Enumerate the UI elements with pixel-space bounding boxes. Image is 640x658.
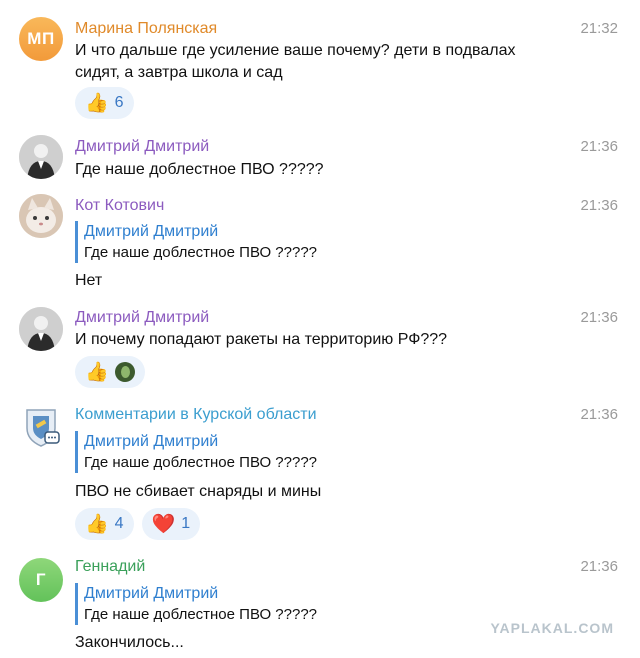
person-photo-icon bbox=[19, 135, 63, 179]
quote-author: Дмитрий Дмитрий bbox=[84, 585, 219, 602]
reaction-thumbs-up[interactable]: 👍 bbox=[75, 356, 145, 388]
avatar[interactable] bbox=[19, 404, 63, 448]
author-name[interactable]: Геннадий bbox=[75, 557, 145, 577]
message-time: 21:36 bbox=[580, 197, 618, 214]
thumbs-up-icon: 👍 bbox=[85, 92, 109, 114]
reaction-thumbs-up[interactable]: 👍 6 bbox=[75, 87, 134, 119]
cat-photo-icon bbox=[19, 194, 63, 238]
message-text: ПВО не сбивает снаряды и мины bbox=[75, 483, 322, 500]
reactions-bar: 👍 4 ❤️ 1 bbox=[75, 508, 201, 540]
author-name[interactable]: Комментарии в Курской области bbox=[75, 405, 317, 425]
author-name[interactable]: Дмитрий Дмитрий bbox=[75, 308, 209, 328]
avatar[interactable]: МП bbox=[19, 17, 63, 61]
avatar[interactable] bbox=[19, 194, 63, 238]
reaction-count: 1 bbox=[181, 515, 191, 532]
reactions-bar: 👍 6 bbox=[75, 87, 134, 119]
message-text: Закончилось... bbox=[75, 634, 184, 651]
avatar-initials: Г bbox=[35, 570, 47, 589]
quote-text: Где наше доблестное ПВО ????? bbox=[84, 244, 317, 261]
reactor-avatar-icon bbox=[114, 362, 135, 382]
thumbs-up-icon: 👍 bbox=[85, 361, 109, 383]
regional-emblem-icon bbox=[26, 409, 60, 447]
avatar[interactable] bbox=[19, 135, 63, 179]
message-text: Нет bbox=[75, 272, 103, 289]
person-photo-icon bbox=[19, 307, 63, 351]
message-time: 21:32 bbox=[580, 20, 618, 37]
message-text-line: И что дальше где усиление ваше почему? д… bbox=[75, 42, 516, 59]
reply-quote[interactable]: Дмитрий Дмитрий Где наше доблестное ПВО … bbox=[75, 431, 317, 473]
watermark: YAPLAKAL.COM bbox=[490, 620, 614, 636]
reply-quote[interactable]: Дмитрий Дмитрий Где наше доблестное ПВО … bbox=[75, 583, 317, 625]
quote-text: Где наше доблестное ПВО ????? bbox=[84, 606, 317, 623]
avatar[interactable]: Г bbox=[19, 558, 63, 602]
message-time: 21:36 bbox=[580, 558, 618, 575]
thumbs-up-icon: 👍 bbox=[85, 513, 109, 535]
reply-quote[interactable]: Дмитрий Дмитрий Где наше доблестное ПВО … bbox=[75, 221, 317, 263]
message-text: Где наше доблестное ПВО ????? bbox=[75, 161, 324, 178]
reactions-bar: 👍 bbox=[75, 356, 145, 388]
avatar-initials: МП bbox=[27, 29, 55, 48]
message-text: И почему попадают ракеты на территорию Р… bbox=[75, 331, 448, 348]
reaction-heart[interactable]: ❤️ 1 bbox=[141, 508, 201, 540]
reaction-count: 4 bbox=[114, 515, 124, 532]
message-time: 21:36 bbox=[580, 138, 618, 155]
author-name[interactable]: Дмитрий Дмитрий bbox=[75, 137, 209, 157]
reaction-thumbs-up[interactable]: 👍 4 bbox=[75, 508, 134, 540]
heart-icon: ❤️ bbox=[151, 513, 176, 535]
quote-author: Дмитрий Дмитрий bbox=[84, 223, 219, 240]
message-time: 21:36 bbox=[580, 406, 618, 423]
message-text-line: сидят, а завтра школа и сад bbox=[75, 64, 283, 81]
message-time: 21:36 bbox=[580, 309, 618, 326]
reaction-count: 6 bbox=[114, 94, 124, 111]
quote-text: Где наше доблестное ПВО ????? bbox=[84, 454, 317, 471]
quote-author: Дмитрий Дмитрий bbox=[84, 433, 219, 450]
avatar[interactable] bbox=[19, 307, 63, 351]
author-name[interactable]: Марина Полянская bbox=[75, 19, 217, 39]
author-name[interactable]: Кот Котович bbox=[75, 196, 164, 216]
